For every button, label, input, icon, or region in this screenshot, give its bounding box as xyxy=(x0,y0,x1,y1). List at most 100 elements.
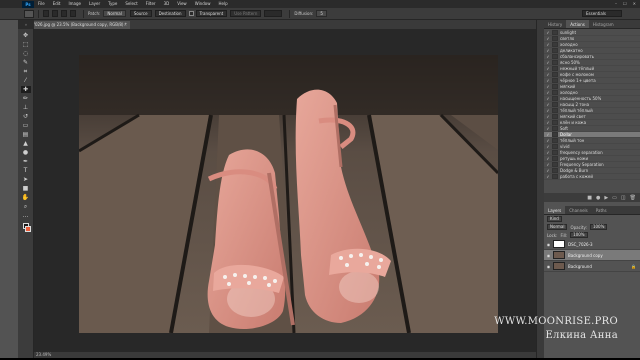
action-toggle-icon[interactable]: ✓ xyxy=(544,168,552,173)
action-toggle-icon[interactable]: ✓ xyxy=(544,162,552,167)
workspace-dropdown[interactable]: Essentials xyxy=(582,10,622,17)
action-toggle-icon[interactable]: ✓ xyxy=(544,120,552,125)
hand-tool-icon[interactable]: ✋ xyxy=(21,194,31,201)
action-toggle-icon[interactable]: ✓ xyxy=(544,144,552,149)
action-dialog-toggle[interactable] xyxy=(552,48,558,53)
action-toggle-icon[interactable]: ✓ xyxy=(544,114,552,119)
maximize-button[interactable]: ☐ xyxy=(623,0,627,8)
tab-actions[interactable]: Actions xyxy=(566,20,589,28)
action-dialog-toggle[interactable] xyxy=(552,126,558,131)
pen-tool-icon[interactable]: ✒ xyxy=(21,158,31,165)
action-dialog-toggle[interactable] xyxy=(552,156,558,161)
tab-histogram[interactable]: Histogram xyxy=(589,20,618,28)
current-tool-preset[interactable] xyxy=(24,9,34,18)
layer-row[interactable]: ◉ Background copy xyxy=(544,250,640,261)
eraser-tool-icon[interactable]: ▭ xyxy=(21,122,31,129)
document-tab[interactable]: DSC_7026.jpg @ 23.5% (Background copy, R… xyxy=(18,21,130,29)
use-pattern-button[interactable]: Use Pattern xyxy=(230,10,262,17)
action-toggle-icon[interactable]: ✓ xyxy=(544,48,552,53)
folder-icon[interactable]: ▭ xyxy=(612,195,617,201)
action-toggle-icon[interactable]: ✓ xyxy=(544,96,552,101)
action-dialog-toggle[interactable] xyxy=(552,132,558,137)
new-selection-mode-button[interactable] xyxy=(43,10,49,17)
history-brush-tool-icon[interactable]: ↺ xyxy=(21,113,31,120)
action-dialog-toggle[interactable] xyxy=(552,144,558,149)
background-color-swatch[interactable] xyxy=(24,226,31,232)
collapsed-panel-strip[interactable] xyxy=(536,20,544,358)
action-dialog-toggle[interactable] xyxy=(552,114,558,119)
fill-field[interactable]: 100% xyxy=(570,232,588,238)
minimize-button[interactable]: – xyxy=(615,0,617,8)
action-dialog-toggle[interactable] xyxy=(552,84,558,89)
action-toggle-icon[interactable]: ✓ xyxy=(544,42,552,47)
layer-kind-filter[interactable]: Kind xyxy=(547,216,562,222)
action-dialog-toggle[interactable] xyxy=(552,120,558,125)
shape-tool-icon[interactable]: ■ xyxy=(21,185,31,192)
action-item[interactable]: ✓ работа с кожей xyxy=(544,174,640,180)
action-toggle-icon[interactable]: ✓ xyxy=(544,132,552,137)
blur-tool-icon[interactable]: ▲ xyxy=(21,140,31,147)
source-button[interactable]: Source xyxy=(129,10,152,17)
subtract-selection-mode-button[interactable] xyxy=(61,10,67,17)
menu-3d[interactable]: 3D xyxy=(160,0,174,8)
action-toggle-icon[interactable]: ✓ xyxy=(544,72,552,77)
quick-select-tool-icon[interactable]: ✎ xyxy=(21,59,31,66)
action-dialog-toggle[interactable] xyxy=(552,36,558,41)
tab-channels[interactable]: Channels xyxy=(565,206,592,214)
marquee-tool-icon[interactable]: ⬚ xyxy=(21,41,31,48)
clone-stamp-tool-icon[interactable]: ⊥ xyxy=(21,104,31,111)
blend-mode-dropdown[interactable]: Normal xyxy=(547,224,568,230)
action-toggle-icon[interactable]: ✓ xyxy=(544,78,552,83)
action-toggle-icon[interactable]: ✓ xyxy=(544,126,552,131)
action-toggle-icon[interactable]: ✓ xyxy=(544,138,552,143)
stop-icon[interactable]: ■ xyxy=(587,195,592,201)
layer-thumbnail[interactable] xyxy=(553,240,565,248)
action-toggle-icon[interactable]: ✓ xyxy=(544,108,552,113)
action-toggle-icon[interactable]: ✓ xyxy=(544,84,552,89)
pattern-picker[interactable] xyxy=(264,10,283,17)
patch-tool-icon[interactable]: ✚ xyxy=(20,86,31,93)
action-dialog-toggle[interactable] xyxy=(552,174,558,179)
layer-row[interactable]: ◉ DSC_7026-3 xyxy=(544,239,640,250)
play-icon[interactable]: ▶ xyxy=(604,195,608,201)
zoom-status[interactable]: 23.49% xyxy=(36,352,51,357)
document-photo[interactable] xyxy=(79,55,498,333)
action-dialog-toggle[interactable] xyxy=(552,168,558,173)
diffusion-value[interactable]: 5 xyxy=(316,10,327,17)
action-dialog-toggle[interactable] xyxy=(552,96,558,101)
action-toggle-icon[interactable]: ✓ xyxy=(544,60,552,65)
more-tools-icon[interactable]: … xyxy=(21,212,31,219)
action-dialog-toggle[interactable] xyxy=(552,72,558,77)
action-toggle-icon[interactable]: ✓ xyxy=(544,54,552,59)
action-dialog-toggle[interactable] xyxy=(552,30,558,35)
canvas-area[interactable] xyxy=(34,29,536,352)
menu-image[interactable]: Image xyxy=(64,0,85,8)
gradient-tool-icon[interactable]: ▤ xyxy=(21,131,31,138)
zoom-tool-icon[interactable]: ⌕ xyxy=(21,203,31,210)
layer-name[interactable]: DSC_7026-3 xyxy=(568,242,593,247)
menu-view[interactable]: View xyxy=(173,0,191,8)
tab-history[interactable]: History xyxy=(544,20,566,28)
action-dialog-toggle[interactable] xyxy=(552,138,558,143)
eyedropper-tool-icon[interactable]: ⁄ xyxy=(21,77,31,84)
record-icon[interactable]: ● xyxy=(596,195,600,201)
type-tool-icon[interactable]: T xyxy=(21,167,31,174)
layer-name[interactable]: Background copy xyxy=(568,253,603,258)
action-dialog-toggle[interactable] xyxy=(552,66,558,71)
menu-file[interactable]: File xyxy=(34,0,49,8)
action-dialog-toggle[interactable] xyxy=(552,42,558,47)
tab-paths[interactable]: Paths xyxy=(592,206,611,214)
path-select-tool-icon[interactable]: ➤ xyxy=(21,176,31,183)
add-selection-mode-button[interactable] xyxy=(52,10,58,17)
action-dialog-toggle[interactable] xyxy=(552,54,558,59)
lasso-tool-icon[interactable]: ◌ xyxy=(21,50,31,57)
layer-thumbnail[interactable] xyxy=(553,251,565,259)
menu-select[interactable]: Select xyxy=(121,0,141,8)
visibility-eye-icon[interactable]: ◉ xyxy=(544,264,553,269)
action-dialog-toggle[interactable] xyxy=(552,108,558,113)
layer-row[interactable]: ◉ Background 🔒 xyxy=(544,261,640,272)
action-toggle-icon[interactable]: ✓ xyxy=(544,90,552,95)
close-button[interactable]: ✕ xyxy=(633,0,636,8)
menu-window[interactable]: Window xyxy=(191,0,215,8)
layer-thumbnail[interactable] xyxy=(553,262,565,270)
